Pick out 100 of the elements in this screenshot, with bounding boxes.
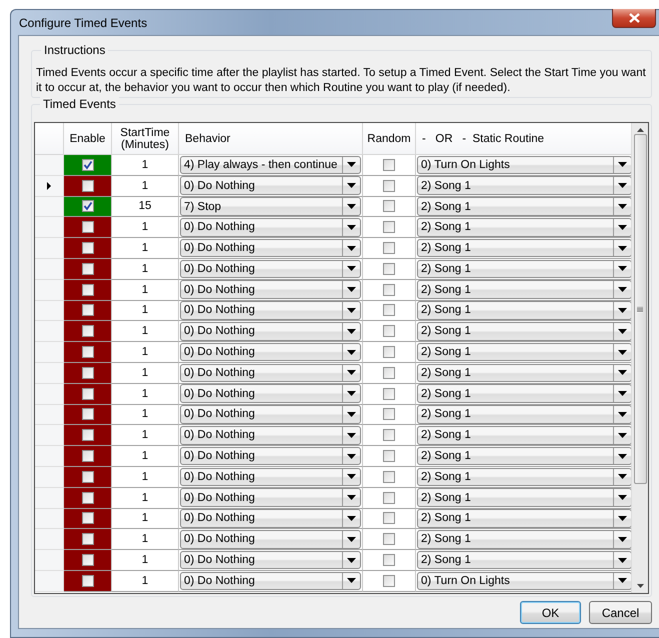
caret-icon[interactable] xyxy=(618,454,627,459)
caret-icon[interactable] xyxy=(618,246,627,251)
caret-icon[interactable] xyxy=(347,328,356,334)
caret-icon[interactable] xyxy=(347,287,356,292)
checkbox[interactable] xyxy=(82,304,94,316)
checkbox[interactable] xyxy=(383,533,395,546)
checkbox[interactable] xyxy=(82,388,94,400)
checkbox[interactable] xyxy=(82,554,94,566)
caret-icon[interactable] xyxy=(618,328,627,334)
checkbox[interactable] xyxy=(82,284,94,296)
caret-icon[interactable] xyxy=(347,204,356,209)
caret-icon[interactable] xyxy=(347,412,356,417)
checkbox[interactable] xyxy=(383,492,395,504)
checkbox[interactable] xyxy=(82,242,94,254)
caret-icon[interactable] xyxy=(618,266,627,272)
checkbox[interactable] xyxy=(383,450,395,462)
checkbox[interactable] xyxy=(383,304,395,316)
caret-icon[interactable] xyxy=(347,578,356,584)
routine-dropdown[interactable]: 2) Song 1 xyxy=(417,468,631,486)
caret-icon[interactable] xyxy=(347,516,356,521)
caret-icon[interactable] xyxy=(618,474,627,480)
caret-icon[interactable] xyxy=(618,224,627,230)
caret-icon[interactable] xyxy=(347,432,356,438)
caret-icon[interactable] xyxy=(347,370,356,376)
behavior-dropdown[interactable]: 0) Do Nothing xyxy=(180,509,361,528)
checkbox[interactable] xyxy=(383,346,395,358)
behavior-dropdown[interactable]: 0) Do Nothing xyxy=(180,384,361,403)
caret-icon[interactable] xyxy=(618,516,627,521)
behavior-dropdown[interactable]: 0) Do Nothing xyxy=(180,364,361,382)
checkbox[interactable] xyxy=(383,262,395,275)
behavior-dropdown[interactable]: 0) Do Nothing xyxy=(180,426,361,445)
behavior-dropdown[interactable]: 0) Do Nothing xyxy=(180,322,361,341)
checkbox[interactable] xyxy=(82,262,94,275)
behavior-dropdown[interactable]: 7) Stop xyxy=(180,197,361,216)
caret-icon[interactable] xyxy=(347,224,356,230)
checkbox[interactable] xyxy=(383,366,395,379)
checkbox[interactable] xyxy=(383,554,395,566)
caret-icon[interactable] xyxy=(618,432,627,438)
routine-dropdown[interactable]: 2) Song 1 xyxy=(417,488,631,507)
caret-icon[interactable] xyxy=(347,454,356,459)
scroll-up-icon[interactable] xyxy=(636,128,644,132)
checkbox[interactable] xyxy=(383,429,395,442)
routine-dropdown[interactable]: 2) Song 1 xyxy=(417,260,631,278)
routine-dropdown[interactable]: 2) Song 1 xyxy=(417,197,631,216)
routine-dropdown[interactable]: 2) Song 1 xyxy=(417,384,631,403)
checkbox[interactable] xyxy=(82,158,94,171)
checkbox[interactable] xyxy=(383,180,395,192)
routine-dropdown[interactable]: 2) Song 1 xyxy=(417,176,631,195)
cancel-button[interactable]: Cancel xyxy=(589,601,652,624)
caret-icon[interactable] xyxy=(618,162,627,168)
behavior-dropdown[interactable]: 0) Do Nothing xyxy=(180,530,361,548)
checkbox[interactable] xyxy=(82,492,94,504)
checkbox[interactable] xyxy=(383,158,395,171)
checkbox[interactable] xyxy=(383,242,395,254)
routine-dropdown[interactable]: 2) Song 1 xyxy=(417,322,631,341)
caret-icon[interactable] xyxy=(347,558,356,563)
checkbox[interactable] xyxy=(383,512,395,524)
checkbox[interactable] xyxy=(82,221,94,234)
caret-icon[interactable] xyxy=(618,391,627,396)
checkbox[interactable] xyxy=(383,388,395,400)
behavior-dropdown[interactable]: 0) Do Nothing xyxy=(180,342,361,362)
behavior-dropdown[interactable]: 0) Do Nothing xyxy=(180,260,361,278)
behavior-dropdown[interactable]: 0) Do Nothing xyxy=(180,468,361,486)
behavior-dropdown[interactable]: 0) Do Nothing xyxy=(180,238,361,258)
checkbox[interactable] xyxy=(82,450,94,462)
caret-icon[interactable] xyxy=(347,536,356,542)
checkbox[interactable] xyxy=(383,574,395,587)
caret-icon[interactable] xyxy=(618,287,627,292)
checkbox[interactable] xyxy=(82,533,94,546)
caret-icon[interactable] xyxy=(618,412,627,417)
caret-icon[interactable] xyxy=(347,474,356,480)
behavior-dropdown[interactable]: 4) Play always - then continue xyxy=(180,156,361,174)
routine-dropdown[interactable]: 2) Song 1 xyxy=(417,238,631,258)
behavior-dropdown[interactable]: 0) Do Nothing xyxy=(180,218,361,237)
checkbox[interactable] xyxy=(383,284,395,296)
behavior-dropdown[interactable]: 0) Do Nothing xyxy=(180,176,361,195)
checkbox[interactable] xyxy=(82,366,94,379)
caret-icon[interactable] xyxy=(618,183,627,188)
caret-icon[interactable] xyxy=(618,350,627,355)
routine-dropdown[interactable]: 0) Turn On Lights xyxy=(417,572,631,590)
caret-icon[interactable] xyxy=(618,578,627,584)
checkbox[interactable] xyxy=(82,429,94,442)
caret-icon[interactable] xyxy=(618,308,627,313)
routine-dropdown[interactable]: 0) Turn On Lights xyxy=(417,156,631,174)
checkbox[interactable] xyxy=(383,408,395,420)
checkbox[interactable] xyxy=(82,180,94,192)
routine-dropdown[interactable]: 2) Song 1 xyxy=(417,364,631,382)
routine-dropdown[interactable]: 2) Song 1 xyxy=(417,218,631,237)
caret-icon[interactable] xyxy=(618,558,627,563)
caret-icon[interactable] xyxy=(618,370,627,376)
routine-dropdown[interactable]: 2) Song 1 xyxy=(417,280,631,299)
behavior-dropdown[interactable]: 0) Do Nothing xyxy=(180,550,361,570)
behavior-dropdown[interactable]: 0) Do Nothing xyxy=(180,446,361,466)
routine-dropdown[interactable]: 2) Song 1 xyxy=(417,405,631,424)
caret-icon[interactable] xyxy=(347,183,356,188)
routine-dropdown[interactable]: 2) Song 1 xyxy=(417,550,631,570)
caret-icon[interactable] xyxy=(618,204,627,209)
caret-icon[interactable] xyxy=(347,350,356,355)
scrollbar[interactable] xyxy=(631,123,648,593)
caret-icon[interactable] xyxy=(347,308,356,313)
